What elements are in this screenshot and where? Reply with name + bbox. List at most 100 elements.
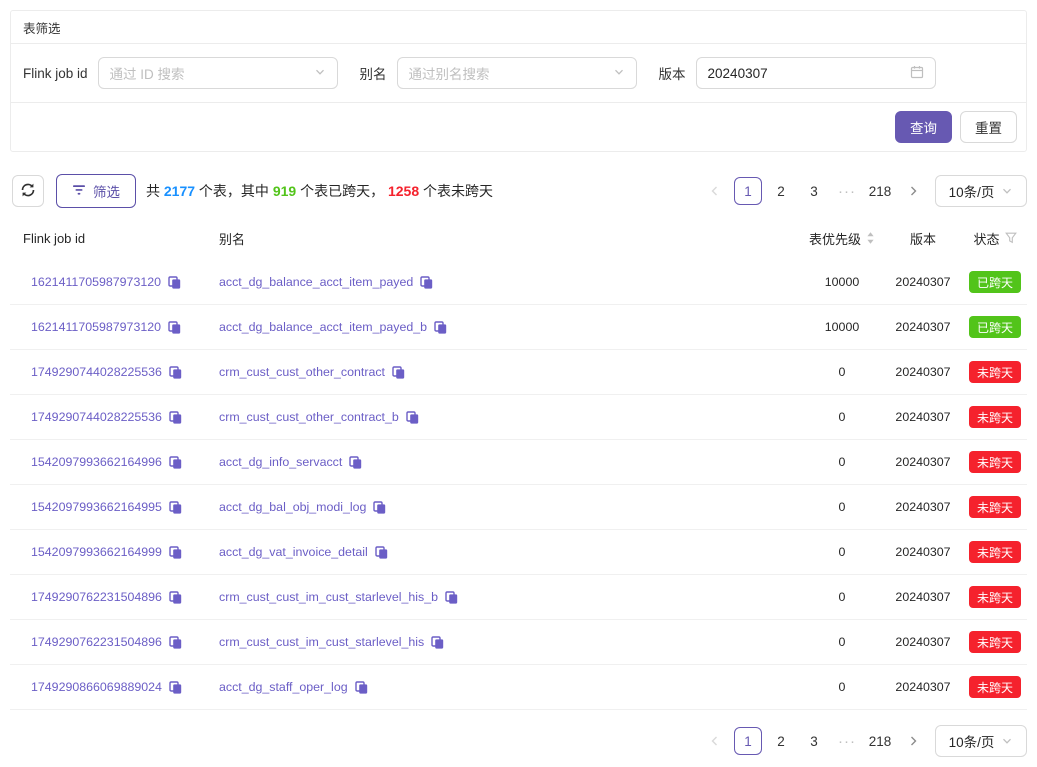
flink-job-id-link[interactable]: 1542097993662164995 (31, 500, 162, 514)
sorter-icon[interactable] (866, 231, 875, 245)
cell-version: 20240307 (892, 410, 954, 424)
reset-button[interactable]: 重置 (960, 111, 1017, 143)
column-header-priority[interactable]: 表优先级 (792, 229, 892, 248)
alias-link[interactable]: acct_dg_balance_acct_item_payed_b (219, 320, 427, 334)
page-button[interactable]: 2 (767, 177, 795, 205)
refresh-button[interactable] (12, 175, 44, 207)
table-row: 1749290866069889024 acct_dg_staff_oper_lo… (10, 665, 1027, 710)
prev-page-button[interactable] (701, 177, 729, 205)
page-button-active[interactable]: 1 (734, 727, 762, 755)
page-button[interactable]: 3 (800, 727, 828, 755)
cell-version: 20240307 (892, 680, 954, 694)
copy-icon[interactable] (169, 456, 182, 469)
flink-job-id-link[interactable]: 1749290762231504896 (31, 590, 162, 604)
alias-select[interactable]: 通过别名搜索 (397, 57, 637, 89)
table-row: 1542097993662164999 acct_dg_vat_invoice_d… (10, 530, 1027, 575)
page-button[interactable]: 218 (866, 727, 894, 755)
copy-icon[interactable] (375, 546, 388, 559)
filter-funnel-icon[interactable] (1005, 232, 1017, 244)
cell-priority: 0 (792, 590, 892, 604)
alias-link[interactable]: acct_dg_balance_acct_item_payed (219, 275, 413, 289)
cell-alias: acct_dg_info_servacct (206, 455, 792, 469)
page-size-select[interactable]: 10条/页 (935, 725, 1027, 757)
filter-button[interactable]: 筛选 (56, 174, 136, 208)
copy-icon[interactable] (169, 591, 182, 604)
flink-job-id-link[interactable]: 1749290866069889024 (31, 680, 162, 694)
cell-version: 20240307 (892, 320, 954, 334)
copy-icon[interactable] (392, 366, 405, 379)
flink-job-id-link[interactable]: 1542097993662164996 (31, 455, 162, 469)
flink-job-id-link[interactable]: 1621411705987973120 (31, 320, 161, 334)
page-button-active[interactable]: 1 (734, 177, 762, 205)
copy-icon[interactable] (169, 546, 182, 559)
alias-link[interactable]: acct_dg_staff_oper_log (219, 680, 348, 694)
cell-priority: 0 (792, 410, 892, 424)
alias-label: 别名 (360, 63, 387, 83)
copy-icon[interactable] (168, 276, 181, 289)
cell-flink-job-id: 1749290866069889024 (10, 680, 206, 694)
copy-icon[interactable] (169, 681, 182, 694)
alias-link[interactable]: crm_cust_cust_other_contract (219, 365, 385, 379)
page-button[interactable]: 218 (866, 177, 894, 205)
version-value: 20240307 (708, 66, 910, 81)
cell-alias: acct_dg_vat_invoice_detail (206, 545, 792, 559)
copy-icon[interactable] (355, 681, 368, 694)
page-button[interactable]: 3 (800, 177, 828, 205)
chevron-down-icon (1001, 185, 1013, 197)
cell-alias: acct_dg_balance_acct_item_payed_b (206, 320, 792, 334)
copy-icon[interactable] (373, 501, 386, 514)
table: Flink job id 别名 表优先级 版本 状态 1621411705987… (10, 216, 1027, 710)
cell-priority: 0 (792, 545, 892, 559)
cell-flink-job-id: 1621411705987973120 (10, 320, 206, 334)
query-button[interactable]: 查询 (895, 111, 952, 143)
next-page-button[interactable] (899, 727, 927, 755)
flink-job-id-select[interactable]: 通过 ID 搜索 (98, 57, 338, 89)
next-page-button[interactable] (899, 177, 927, 205)
filter-field-flink-job-id: Flink job id 通过 ID 搜索 (23, 57, 338, 89)
flink-job-id-link[interactable]: 1749290744028225536 (31, 365, 162, 379)
cell-flink-job-id: 1542097993662164995 (10, 500, 206, 514)
alias-link[interactable]: crm_cust_cust_other_contract_b (219, 410, 399, 424)
status-badge: 未跨天 (969, 451, 1021, 473)
cell-priority: 0 (792, 680, 892, 694)
version-date-input[interactable]: 20240307 (696, 57, 936, 89)
status-badge: 未跨天 (969, 676, 1021, 698)
column-header-status: 状态 (954, 229, 1027, 248)
copy-icon[interactable] (420, 276, 433, 289)
copy-icon[interactable] (434, 321, 447, 334)
alias-link[interactable]: crm_cust_cust_im_cust_starlevel_his (219, 635, 424, 649)
copy-icon[interactable] (406, 411, 419, 424)
copy-icon[interactable] (169, 636, 182, 649)
alias-link[interactable]: crm_cust_cust_im_cust_starlevel_his_b (219, 590, 438, 604)
flink-job-id-link[interactable]: 1749290744028225536 (31, 410, 162, 424)
column-header-flink-job-id: Flink job id (10, 231, 206, 246)
filter-card: 表筛选 Flink job id 通过 ID 搜索 别名 通过别名搜索 (10, 10, 1027, 152)
table-body: 1621411705987973120 acct_dg_balance_acct_… (10, 260, 1027, 710)
cell-flink-job-id: 1542097993662164999 (10, 545, 206, 559)
cell-version: 20240307 (892, 500, 954, 514)
flink-job-id-link[interactable]: 1621411705987973120 (31, 275, 161, 289)
copy-icon[interactable] (168, 321, 181, 334)
copy-icon[interactable] (169, 411, 182, 424)
page-button[interactable]: 2 (767, 727, 795, 755)
filter-actions: 查询 重置 (11, 103, 1026, 151)
summary-text: 个表未跨天 (419, 183, 493, 199)
alias-link[interactable]: acct_dg_vat_invoice_detail (219, 545, 368, 559)
table-summary: 共 2177 个表，其中 919 个表已跨天， 1258 个表未跨天 (146, 181, 493, 201)
page-size-select[interactable]: 10条/页 (935, 175, 1027, 207)
copy-icon[interactable] (431, 636, 444, 649)
copy-icon[interactable] (169, 366, 182, 379)
flink-job-id-link[interactable]: 1542097993662164999 (31, 545, 162, 559)
page-ellipsis[interactable]: ··· (833, 727, 861, 755)
copy-icon[interactable] (349, 456, 362, 469)
cell-priority: 10000 (792, 275, 892, 289)
flink-job-id-link[interactable]: 1749290762231504896 (31, 635, 162, 649)
table-row: 1749290744028225536 crm_cust_cust_other_c… (10, 395, 1027, 440)
copy-icon[interactable] (445, 591, 458, 604)
alias-link[interactable]: acct_dg_info_servacct (219, 455, 342, 469)
page-ellipsis[interactable]: ··· (833, 177, 861, 205)
status-badge: 未跨天 (969, 361, 1021, 383)
alias-link[interactable]: acct_dg_bal_obj_modi_log (219, 500, 366, 514)
prev-page-button[interactable] (701, 727, 729, 755)
copy-icon[interactable] (169, 501, 182, 514)
